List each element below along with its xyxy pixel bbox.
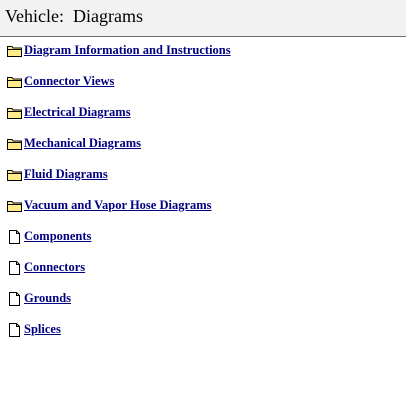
- folder-icon: [7, 201, 22, 212]
- folder-icon: [7, 108, 22, 119]
- connectors-link[interactable]: Connectors: [24, 260, 85, 275]
- list-item[interactable]: Connector Views: [0, 72, 406, 103]
- splices-link[interactable]: Splices: [24, 322, 61, 337]
- folder-icon: [7, 77, 22, 88]
- list-item[interactable]: Components: [0, 227, 406, 258]
- list-item[interactable]: Splices: [0, 320, 406, 351]
- diagram-list: Diagram Information and Instructions Con…: [0, 41, 406, 351]
- list-item[interactable]: Electrical Diagrams: [0, 103, 406, 134]
- list-item[interactable]: Diagram Information and Instructions: [0, 41, 406, 72]
- list-item[interactable]: Connectors: [0, 258, 406, 289]
- page-title: Vehicle: Diagrams: [5, 6, 143, 26]
- list-item[interactable]: Fluid Diagrams: [0, 165, 406, 196]
- folder-icon: [7, 170, 22, 181]
- list-item[interactable]: Grounds: [0, 289, 406, 320]
- components-link[interactable]: Components: [24, 229, 91, 244]
- page-header: Vehicle: Diagrams: [0, 0, 406, 37]
- document-icon: [9, 230, 20, 244]
- document-icon: [9, 292, 20, 306]
- mechanical-diagrams-link[interactable]: Mechanical Diagrams: [24, 136, 141, 151]
- vacuum-vapor-hose-diagrams-link[interactable]: Vacuum and Vapor Hose Diagrams: [24, 198, 212, 213]
- folder-icon: [7, 139, 22, 150]
- list-item[interactable]: Vacuum and Vapor Hose Diagrams: [0, 196, 406, 227]
- fluid-diagrams-link[interactable]: Fluid Diagrams: [24, 167, 108, 182]
- document-icon: [9, 261, 20, 275]
- connector-views-link[interactable]: Connector Views: [24, 74, 114, 89]
- folder-icon: [7, 46, 22, 57]
- diagram-information-link[interactable]: Diagram Information and Instructions: [24, 43, 231, 58]
- list-item[interactable]: Mechanical Diagrams: [0, 134, 406, 165]
- document-icon: [9, 323, 20, 337]
- electrical-diagrams-link[interactable]: Electrical Diagrams: [24, 105, 131, 120]
- grounds-link[interactable]: Grounds: [24, 291, 71, 306]
